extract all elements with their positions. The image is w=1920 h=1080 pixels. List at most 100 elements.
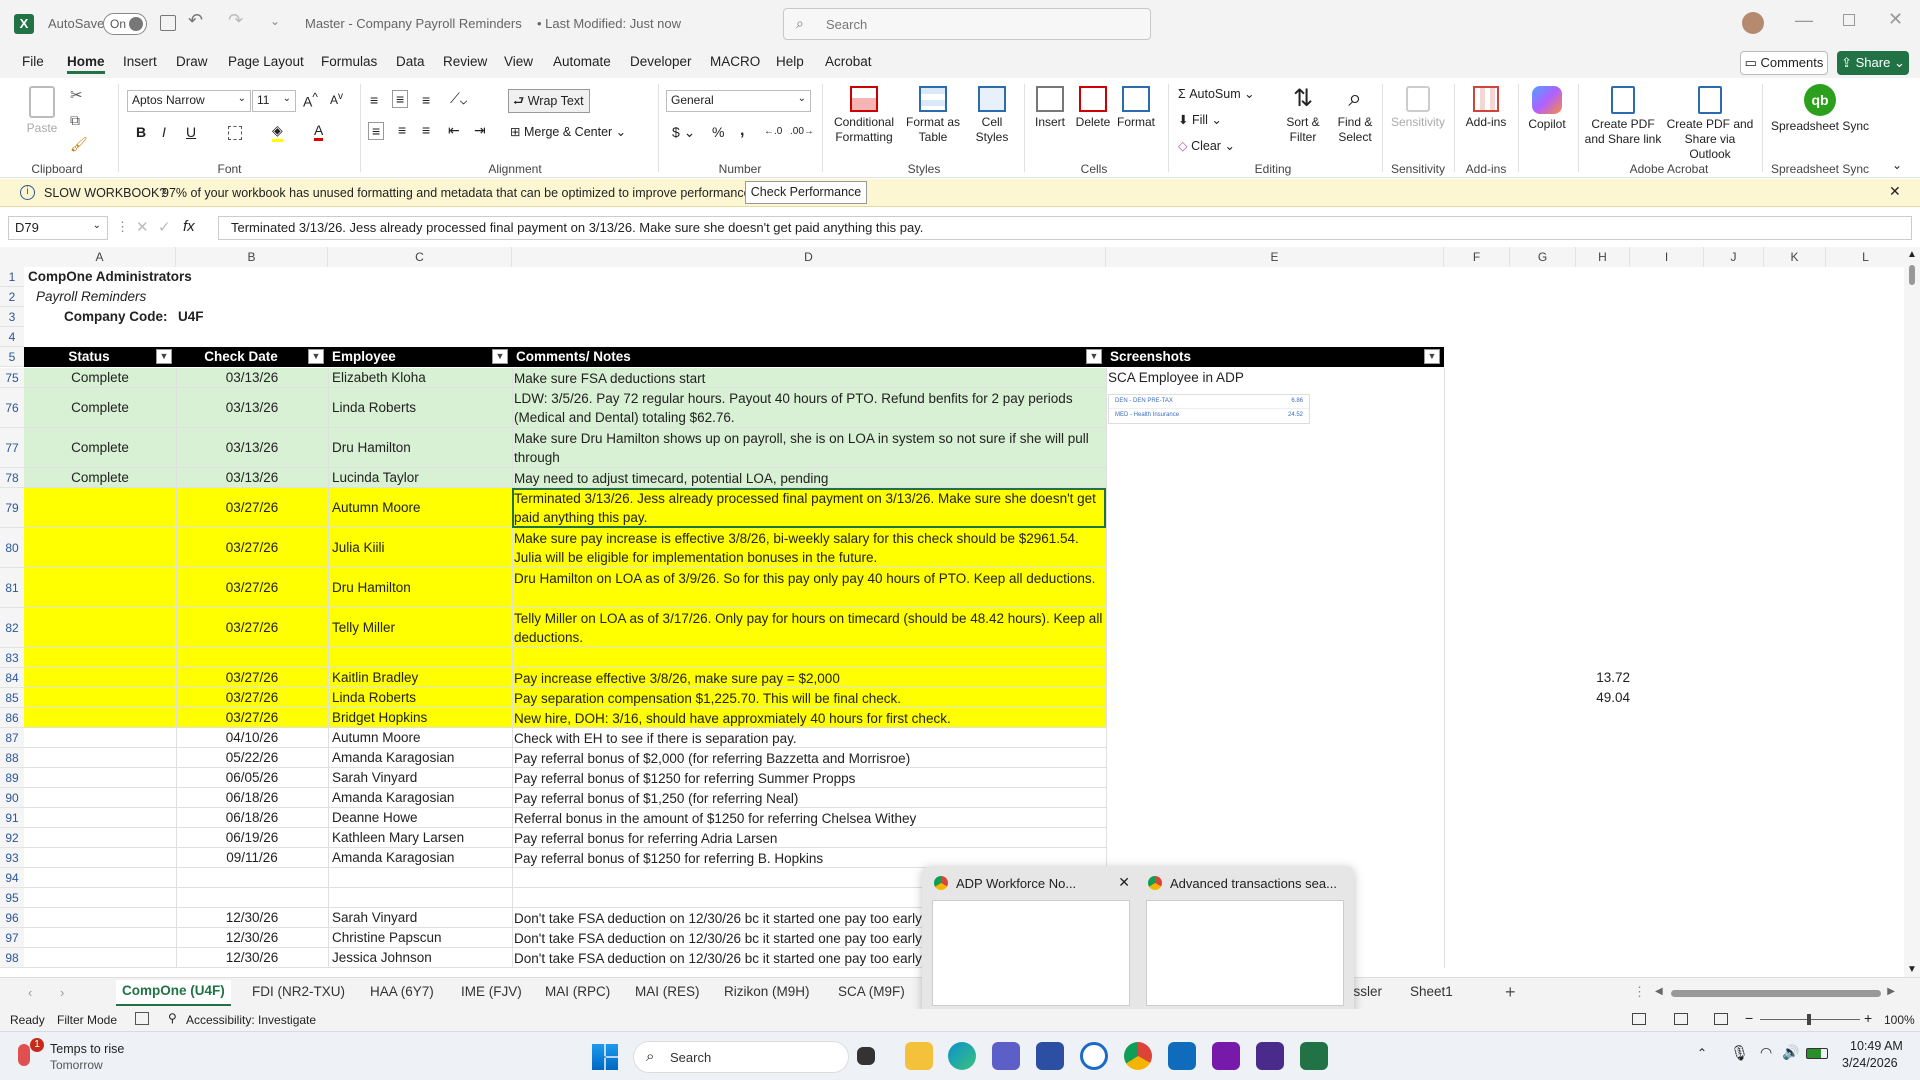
task-view-icon[interactable] — [857, 1047, 875, 1065]
status-cell[interactable] — [24, 789, 176, 807]
spreadsheet-sync-button[interactable]: qb Spreadsheet Sync — [1768, 84, 1872, 134]
name-box[interactable]: D79 ⌄ — [8, 216, 108, 240]
create-pdf-outlook-button[interactable]: Create PDF and Share via Outlook — [1666, 86, 1754, 162]
check-date-cell[interactable]: 12/30/26 — [176, 909, 328, 927]
notes-cell[interactable]: Telly Miller on LOA as of 3/17/26. Only … — [514, 609, 1106, 647]
page-break-view-icon[interactable] — [1714, 1013, 1728, 1025]
formula-input[interactable]: Terminated 3/13/26. Jess already process… — [218, 216, 1912, 240]
column-header-c[interactable]: C — [328, 247, 512, 267]
employee-cell[interactable]: Autumn Moore — [330, 499, 512, 517]
redo-icon[interactable]: ↷ — [228, 10, 243, 31]
employee-cell[interactable]: Autumn Moore — [330, 729, 512, 747]
scroll-up-icon[interactable]: ▲ — [1907, 249, 1917, 260]
check-date-cell[interactable]: 03/13/26 — [176, 369, 328, 387]
undo-icon[interactable]: ↶ — [188, 10, 203, 31]
tab-haa[interactable]: HAA (6Y7) — [370, 984, 434, 999]
check-date-cell[interactable]: 05/22/26 — [176, 749, 328, 767]
row-header[interactable]: 89 — [0, 768, 24, 788]
check-date-cell[interactable]: 03/13/26 — [176, 469, 328, 487]
check-date-cell[interactable]: 06/18/26 — [176, 809, 328, 827]
status-cell[interactable] — [24, 929, 176, 947]
status-cell[interactable]: Complete — [24, 369, 176, 387]
status-cell[interactable] — [24, 869, 176, 887]
row-header[interactable]: 75 — [0, 368, 24, 388]
check-date-cell[interactable]: 03/27/26 — [176, 619, 328, 637]
last-modified[interactable]: • Last Modified: Just now — [537, 16, 681, 31]
find-select-button[interactable]: ⌕ Find & Select — [1330, 86, 1380, 145]
zoom-level[interactable]: 100% — [1884, 1013, 1915, 1027]
menu-view[interactable]: View — [504, 54, 533, 69]
menu-formulas[interactable]: Formulas — [321, 54, 377, 69]
filter-dropdown-icon[interactable]: ▼ — [308, 349, 324, 364]
column-header-f[interactable]: F — [1444, 247, 1510, 267]
check-date-cell[interactable]: 03/13/26 — [176, 439, 328, 457]
row-header[interactable]: 5 — [0, 347, 24, 367]
underline-icon[interactable]: U — [186, 124, 196, 140]
fill-button[interactable]: ⬇ Fill ⌄ — [1178, 112, 1222, 127]
font-color-icon[interactable]: A — [314, 122, 324, 141]
column-header-a[interactable]: A — [24, 247, 176, 267]
clock-time[interactable]: 10:49 AM — [1850, 1039, 1903, 1053]
autosave-toggle[interactable]: On — [103, 13, 147, 35]
decrease-decimal-icon[interactable]: .00→ — [790, 126, 814, 137]
format-painter-icon[interactable]: 🖌 — [70, 136, 88, 153]
row-header[interactable]: 90 — [0, 788, 24, 808]
c-app-icon[interactable] — [1080, 1042, 1108, 1070]
notes-cell[interactable]: Pay referral bonus of $1250 for referrin… — [514, 849, 1106, 867]
row-header[interactable]: 85 — [0, 688, 24, 708]
notes-cell[interactable]: Make sure Dru Hamilton shows up on payro… — [514, 429, 1106, 467]
notes-cell[interactable]: Pay increase effective 3/8/26, make sure… — [514, 669, 1106, 687]
macro-record-icon[interactable] — [135, 1012, 149, 1025]
close-infobar-icon[interactable]: ✕ — [1889, 183, 1901, 200]
network-app-icon[interactable] — [1036, 1042, 1064, 1070]
restore-icon[interactable] — [1843, 14, 1855, 26]
menu-page-layout[interactable]: Page Layout — [228, 54, 304, 69]
start-icon[interactable] — [592, 1044, 618, 1070]
app-q-icon[interactable] — [1256, 1042, 1284, 1070]
align-center-icon[interactable]: ≡ — [398, 122, 406, 138]
table-header-4[interactable]: Screenshots — [1106, 348, 1422, 366]
preview-advanced-transactions[interactable]: Advanced transactions sea... — [1142, 872, 1348, 1010]
adp-screenshot-image[interactable]: DEN - DEN PRE-TAX 6.86 MED - Health Insura… — [1108, 394, 1310, 424]
screenshots-cell[interactable]: SCA Employee in ADP — [1108, 369, 1438, 387]
status-cell[interactable] — [24, 949, 176, 967]
employee-cell[interactable]: Elizabeth Kloha — [330, 369, 512, 387]
menu-home[interactable]: Home — [67, 54, 105, 74]
check-date-cell[interactable]: 03/27/26 — [176, 669, 328, 687]
table-header-1[interactable]: Check Date — [176, 348, 306, 366]
search-box[interactable]: ⌕ Search — [783, 8, 1151, 40]
notes-cell[interactable]: Pay referral bonus for referring Adria L… — [514, 829, 1106, 847]
percent-icon[interactable]: % — [712, 124, 724, 140]
sensitivity-button[interactable]: Sensitivity — [1388, 86, 1448, 130]
column-header-h[interactable]: H — [1576, 247, 1630, 267]
employee-cell[interactable] — [330, 869, 512, 887]
sheet-subtitle[interactable]: Payroll Reminders — [36, 288, 436, 306]
paste-button[interactable]: Paste — [20, 86, 64, 136]
status-cell[interactable] — [24, 909, 176, 927]
status-cell[interactable] — [24, 499, 176, 517]
font-name-select[interactable]: Aptos Narrow ⌄ — [127, 90, 251, 112]
zoom-out-icon[interactable]: − — [1745, 1010, 1753, 1026]
check-date-cell[interactable]: 09/11/26 — [176, 849, 328, 867]
column-header-k[interactable]: K — [1764, 247, 1826, 267]
number-format-select[interactable]: General ⌄ — [666, 90, 811, 112]
row-header[interactable]: 95 — [0, 888, 24, 908]
column-header-j[interactable]: J — [1704, 247, 1764, 267]
align-middle-icon[interactable]: ≡ — [392, 90, 409, 108]
wifi-icon[interactable]: ◠ — [1760, 1044, 1772, 1061]
teams-icon[interactable] — [992, 1042, 1020, 1070]
column-header-g[interactable]: G — [1510, 247, 1576, 267]
menu-acrobat[interactable]: Acrobat — [825, 54, 872, 69]
autosum-button[interactable]: Σ AutoSum ⌄ — [1178, 86, 1255, 101]
column-header-l[interactable]: L — [1826, 247, 1906, 267]
row-header[interactable]: 97 — [0, 928, 24, 948]
row-header[interactable]: 77 — [0, 428, 24, 468]
tab-rizikon[interactable]: Rizikon (M9H) — [724, 984, 810, 999]
add-sheet-icon[interactable]: + — [1505, 982, 1516, 1003]
format-cells-button[interactable]: Format — [1114, 86, 1158, 130]
check-date-cell[interactable]: 03/27/26 — [176, 539, 328, 557]
tab-mai-res[interactable]: MAI (RES) — [635, 984, 700, 999]
notes-cell[interactable]: Make sure FSA deductions start — [514, 369, 1106, 387]
orientation-icon[interactable]: ⟋⌄ — [450, 90, 467, 107]
align-right-icon[interactable]: ≡ — [422, 122, 430, 138]
